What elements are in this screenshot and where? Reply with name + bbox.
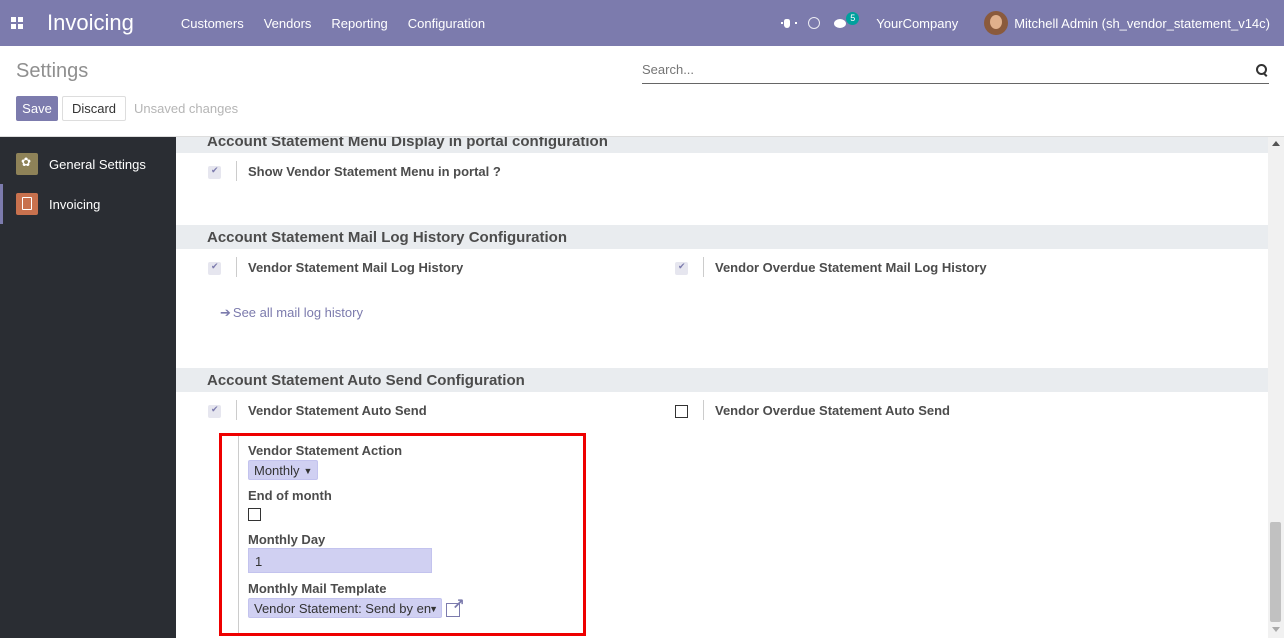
external-link-icon[interactable] (446, 595, 465, 617)
sidebar-item-general-settings[interactable]: General Settings (0, 144, 176, 184)
end-of-month-checkbox[interactable] (248, 508, 261, 521)
debug-bug-icon[interactable] (781, 17, 798, 29)
setting-label: Vendor Overdue Statement Mail Log Histor… (715, 260, 987, 275)
chat-count-badge: 5 (846, 11, 860, 25)
end-of-month-label: End of month (248, 488, 332, 503)
divider (703, 400, 704, 420)
setting-label: Vendor Overdue Statement Auto Send (715, 403, 951, 418)
link-label: See all mail log history (232, 305, 363, 320)
section-title: Account Statement Menu Display in portal… (207, 137, 608, 150)
page-title: Settings (16, 60, 89, 82)
search-bar (642, 60, 1269, 84)
menu-customers[interactable]: Customers (181, 16, 244, 31)
systray: 5 YourCompany Mitchell Admin (sh_vendor_… (781, 0, 1284, 46)
setting-label: Vendor Statement Auto Send (248, 403, 427, 418)
control-panel: Settings Save Discard Unsaved changes (0, 46, 1284, 137)
sidebar-item-invoicing[interactable]: Invoicing (0, 184, 176, 224)
sidebar-item-label: Invoicing (49, 196, 101, 212)
search-icon[interactable] (1256, 64, 1267, 75)
scroll-up-arrow-icon[interactable] (1272, 141, 1280, 146)
action-label: Vendor Statement Action (248, 443, 403, 458)
discard-button[interactable]: Discard (62, 96, 126, 121)
template-select-value: Vendor Statement: Send by en (254, 601, 432, 616)
monthly-day-label: Monthly Day (248, 532, 326, 547)
see-mail-log-link[interactable]: ➔ See all mail log history (220, 305, 363, 321)
app-brand[interactable]: Invoicing (47, 10, 134, 36)
user-menu[interactable]: Mitchell Admin (sh_vendor_statement_v14c… (1014, 16, 1270, 31)
caret-down-icon: ▼ (303, 466, 313, 476)
content-scrollbar[interactable] (1268, 137, 1284, 638)
gear-icon (16, 153, 38, 175)
vendor-overdue-mail-log-checkbox[interactable] (675, 261, 688, 275)
messaging-chat-icon[interactable]: 5 (834, 11, 860, 29)
scroll-thumb[interactable] (1270, 522, 1281, 622)
setting-label: Vendor Statement Mail Log History (248, 260, 464, 275)
menu-vendors[interactable]: Vendors (264, 16, 312, 31)
save-button[interactable]: Save (16, 96, 58, 121)
monthly-day-input[interactable]: 1 (248, 548, 432, 573)
settings-sidebar: General Settings Invoicing (0, 137, 176, 638)
settings-content: Account Statement Menu Display in portal… (176, 137, 1268, 638)
arrow-right-icon: ➔ (220, 305, 231, 320)
search-input[interactable] (642, 62, 1222, 77)
divider (236, 257, 237, 277)
section-title: Account Statement Mail Log History Confi… (207, 229, 568, 246)
action-select[interactable]: Monthly ▼ (248, 460, 319, 480)
template-label: Monthly Mail Template (248, 581, 387, 596)
menu-reporting[interactable]: Reporting (331, 16, 387, 31)
activity-clock-icon[interactable] (808, 17, 821, 29)
vendor-auto-send-checkbox[interactable] (208, 404, 221, 418)
setting-label: Show Vendor Statement Menu in portal ? (248, 164, 501, 179)
unsaved-changes-indicator: Unsaved changes (134, 101, 239, 116)
menu-configuration[interactable]: Configuration (408, 16, 485, 31)
caret-down-icon: ▼ (429, 604, 438, 614)
section-title: Account Statement Auto Send Configuratio… (207, 372, 525, 389)
invoice-icon (16, 193, 38, 215)
template-select[interactable]: Vendor Statement: Send by en ▼ (248, 598, 442, 618)
divider (236, 400, 237, 420)
section-header-auto-send: Account Statement Auto Send Configuratio… (176, 368, 1268, 392)
sidebar-item-label: General Settings (49, 156, 146, 172)
company-switcher[interactable]: YourCompany (876, 16, 958, 31)
section-header-portal: Account Statement Menu Display in portal… (176, 137, 1268, 153)
action-select-value: Monthly (254, 463, 300, 478)
section-header-mail-log: Account Statement Mail Log History Confi… (176, 225, 1268, 249)
show-menu-checkbox[interactable] (208, 165, 221, 179)
user-avatar[interactable] (984, 11, 1009, 35)
main-menu: Customers Vendors Reporting Configuratio… (181, 16, 505, 31)
auto-send-options-panel: Vendor Statement Action Monthly ▼ End of … (219, 433, 586, 636)
scroll-down-arrow-icon[interactable] (1272, 627, 1280, 632)
vendor-mail-log-checkbox[interactable] (208, 261, 221, 275)
divider (238, 436, 239, 633)
apps-menu-icon[interactable] (11, 17, 23, 29)
divider (236, 161, 237, 181)
divider (703, 257, 704, 277)
vendor-overdue-auto-send-checkbox[interactable] (675, 405, 688, 418)
top-navbar: Invoicing Customers Vendors Reporting Co… (0, 0, 1284, 46)
